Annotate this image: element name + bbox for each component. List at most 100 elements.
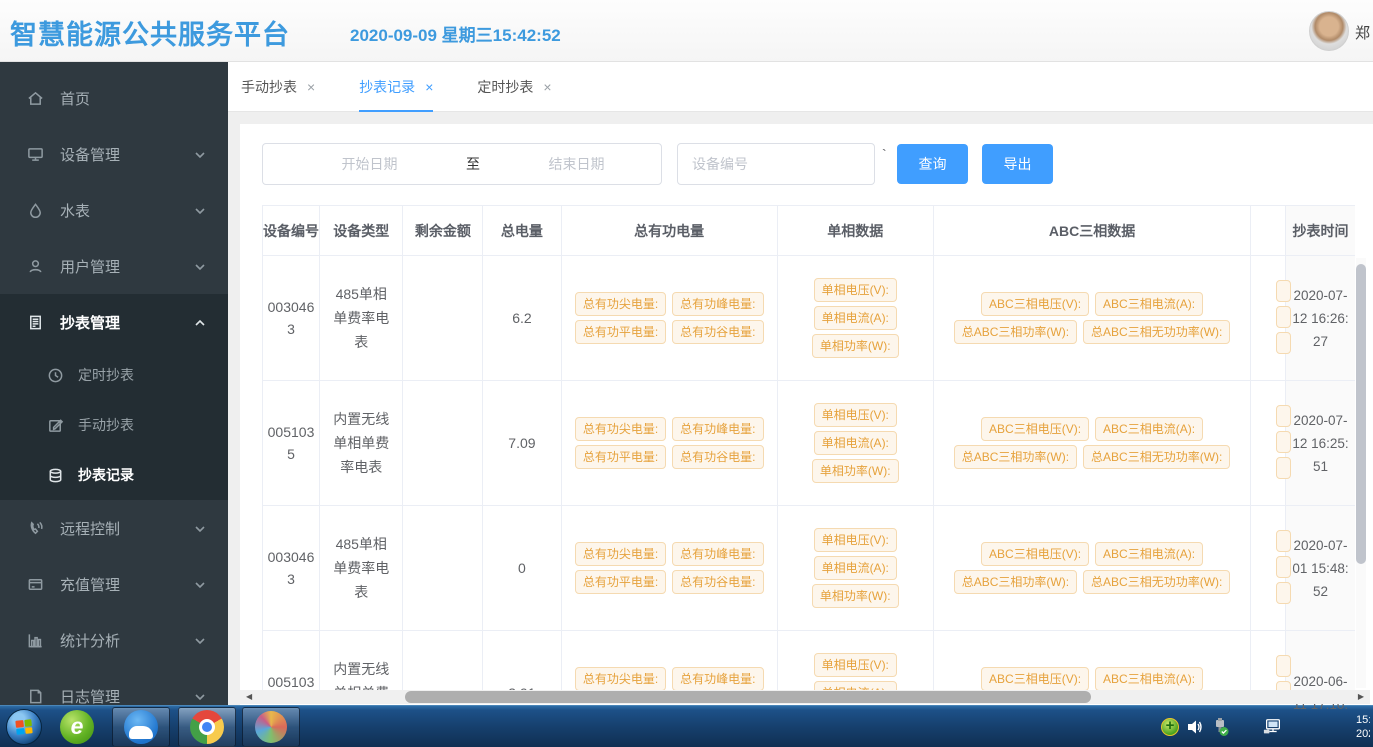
tab-item[interactable]: 手动抄表 × (241, 62, 315, 112)
volume-icon[interactable] (1185, 717, 1205, 737)
sidebar-item-label: 首页 (60, 88, 90, 109)
data-tag: 总ABC三相功率(W): (954, 320, 1077, 344)
header-datetime: 2020-09-09 星期三15:42:52 (350, 21, 561, 46)
sidebar-subitem[interactable]: 手动抄表 (0, 400, 228, 450)
cell-read-time: 2020-06-11 17:10: (1286, 631, 1355, 747)
sidebar-item[interactable]: 首页 (0, 70, 228, 126)
sidebar-subitem[interactable]: 定时抄表 (0, 350, 228, 400)
cell-balance (403, 256, 483, 381)
cell-total-energy: 0 (483, 506, 561, 631)
column-header: 总电量 (483, 206, 561, 256)
cell-three-phase: ABC三相电压(V):ABC三相电流(A):总ABC三相功率(W):总ABC三相… (933, 506, 1251, 631)
column-header: ABC三相数据 (933, 206, 1251, 256)
sidebar-item[interactable]: 用户管理 (0, 238, 228, 294)
export-button[interactable]: 导出 (982, 144, 1053, 184)
droplet-icon (26, 201, 44, 219)
clipped-tag-fragments (1276, 255, 1292, 690)
sidebar-item-label: 抄表记录 (78, 465, 134, 485)
close-icon[interactable]: × (425, 79, 433, 95)
sidebar-item-label: 统计分析 (60, 630, 120, 651)
device-no-input[interactable] (677, 143, 875, 185)
sidebar-item[interactable]: 统计分析 (0, 612, 228, 668)
browser-360-icon[interactable]: e (60, 710, 94, 744)
photos-button[interactable] (242, 707, 300, 747)
data-tag: ABC三相电压(V): (981, 667, 1089, 690)
cell-total-energy: 3.91 (483, 631, 561, 691)
chrome-button[interactable] (178, 707, 236, 747)
data-tag: 总有功平电量: (575, 320, 666, 344)
data-tag: 总有功平电量: (575, 445, 666, 469)
column-header: 设备类型 (320, 206, 403, 256)
range-separator: 至 (460, 154, 486, 174)
fixed-column-header: 抄表时间 (1286, 206, 1355, 256)
cell-total-active-energy: 总有功尖电量:总有功峰电量:总有功平电量:总有功谷电量: (561, 631, 777, 691)
data-tag: 总有功峰电量: (672, 292, 763, 316)
monitor-icon (26, 145, 44, 163)
sidebar-group: 抄表管理定时抄表手动抄表抄表记录 (0, 294, 228, 500)
home-icon (26, 89, 44, 107)
sidebar-item[interactable]: 设备管理 (0, 126, 228, 182)
avatar[interactable] (1309, 11, 1349, 51)
vertical-scrollbar-thumb[interactable] (1356, 264, 1366, 564)
tab-item[interactable]: 定时抄表× (477, 62, 551, 112)
safety-icon[interactable]: + (1160, 717, 1180, 737)
sidebar-subitem[interactable]: 抄表记录 (0, 450, 228, 500)
start-date-input[interactable] (279, 156, 460, 172)
cell-device-type: 内置无线单相单费率电表 (320, 631, 403, 691)
sidebar-item[interactable]: 充值管理 (0, 556, 228, 612)
cell-device-type: 485单相单费率电表 (320, 256, 403, 381)
data-tag: ABC三相电压(V): (981, 417, 1089, 441)
end-date-input[interactable] (486, 156, 667, 172)
sidebar-item-label: 用户管理 (60, 256, 120, 277)
data-tag: 总有功谷电量: (672, 320, 763, 344)
horizontal-scrollbar[interactable]: ◀ ▶ (240, 690, 1370, 704)
taskbar-clock[interactable]: 15:422020/ (1356, 713, 1370, 743)
table-row: 0051035内置无线单相单费率电表7.09总有功尖电量:总有功峰电量:总有功平… (263, 381, 1355, 506)
cell-total-active-energy: 总有功尖电量:总有功峰电量:总有功平电量:总有功谷电量: (561, 256, 777, 381)
sidebar-item[interactable]: 水表 (0, 182, 228, 238)
chevron-down-icon (194, 260, 206, 272)
data-tag: 总有功平电量: (575, 570, 666, 594)
sidebar-item[interactable]: 抄表管理 (0, 294, 228, 350)
query-button[interactable]: 查询 (897, 144, 968, 184)
scroll-right-arrow-icon[interactable]: ▶ (1358, 691, 1364, 703)
network-icon[interactable] (1263, 717, 1283, 737)
tab-label: 手动抄表 (241, 77, 297, 97)
data-tag: ABC三相电压(V): (981, 542, 1089, 566)
scroll-left-arrow-icon[interactable]: ◀ (246, 691, 252, 703)
qq-browser-button[interactable] (112, 707, 170, 747)
sidebar-item-label: 定时抄表 (78, 365, 134, 385)
windows-start-icon[interactable] (6, 709, 42, 745)
cell-device-no: 0051033 (263, 631, 320, 691)
close-icon[interactable]: × (543, 79, 551, 95)
vertical-scrollbar[interactable] (1356, 258, 1366, 688)
sidebar-item-label: 水表 (60, 200, 90, 221)
data-tag: 单相功率(W): (812, 584, 899, 608)
cell-device-type: 485单相单费率电表 (320, 506, 403, 631)
horizontal-scrollbar-thumb[interactable] (405, 691, 1091, 703)
table-row: 0030463485单相单费率电表6.2总有功尖电量:总有功峰电量:总有功平电量… (263, 256, 1355, 381)
cell-balance (403, 631, 483, 691)
data-tag: 单相电流(A): (814, 431, 897, 455)
data-tag: ABC三相电流(A): (1095, 542, 1203, 566)
sidebar-item[interactable]: 远程控制 (0, 500, 228, 556)
column-header (1251, 206, 1287, 256)
log-icon (26, 687, 44, 705)
chart-icon (26, 631, 44, 649)
data-tag: 单相功率(W): (812, 334, 899, 358)
tab-label: 抄表记录 (359, 77, 415, 97)
usb-icon[interactable] (1210, 717, 1230, 737)
cell-read-time: 2020-07-12 16:26:27 (1286, 256, 1355, 381)
clipped-tag (1276, 582, 1291, 604)
data-tag: 单相功率(W): (812, 459, 899, 483)
close-icon[interactable]: × (307, 79, 315, 95)
cell-total-energy: 7.09 (483, 381, 561, 506)
tab-active[interactable]: 抄表记录 × (359, 62, 433, 112)
data-tag: 总有功尖电量: (575, 667, 666, 690)
date-range-picker[interactable]: 至 (262, 143, 662, 185)
app-title: 智慧能源公共服务平台 (10, 13, 290, 52)
data-tag: 总有功谷电量: (672, 570, 763, 594)
cell-read-time: 2020-07-01 15:48:52 (1286, 506, 1355, 631)
clipped-tag (1276, 681, 1291, 690)
data-tag: 单相电流(A): (814, 306, 897, 330)
